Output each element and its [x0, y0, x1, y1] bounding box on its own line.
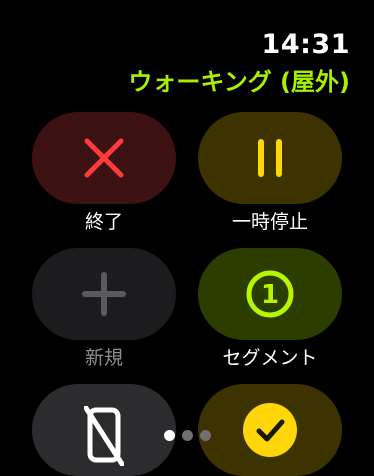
water-lock-button[interactable] — [32, 384, 176, 476]
page-dot-active[interactable] — [164, 430, 175, 441]
new-button[interactable] — [32, 248, 176, 340]
pause-icon — [258, 139, 282, 177]
page-dot[interactable] — [182, 430, 193, 441]
end-button[interactable] — [32, 112, 176, 204]
segment-label: セグメント — [222, 347, 318, 369]
status-time: 14:31 — [261, 29, 350, 60]
x-icon — [84, 138, 124, 178]
pause-button[interactable] — [198, 112, 342, 204]
water-lock-phone-icon — [84, 406, 124, 466]
done-button[interactable] — [198, 384, 342, 476]
page-indicator[interactable] — [164, 430, 211, 441]
page-dot[interactable] — [200, 430, 211, 441]
new-label: 新規 — [84, 347, 123, 369]
plus-icon — [82, 272, 126, 316]
segment-1-icon: 1 — [246, 270, 294, 318]
workout-title: ウォーキング (屋外) — [128, 68, 350, 96]
end-label: 終了 — [84, 211, 123, 233]
segment-button[interactable]: 1 — [198, 248, 342, 340]
checkmark-icon — [243, 403, 297, 457]
pause-label: 一時停止 — [231, 211, 308, 233]
segment-number: 1 — [261, 280, 279, 310]
